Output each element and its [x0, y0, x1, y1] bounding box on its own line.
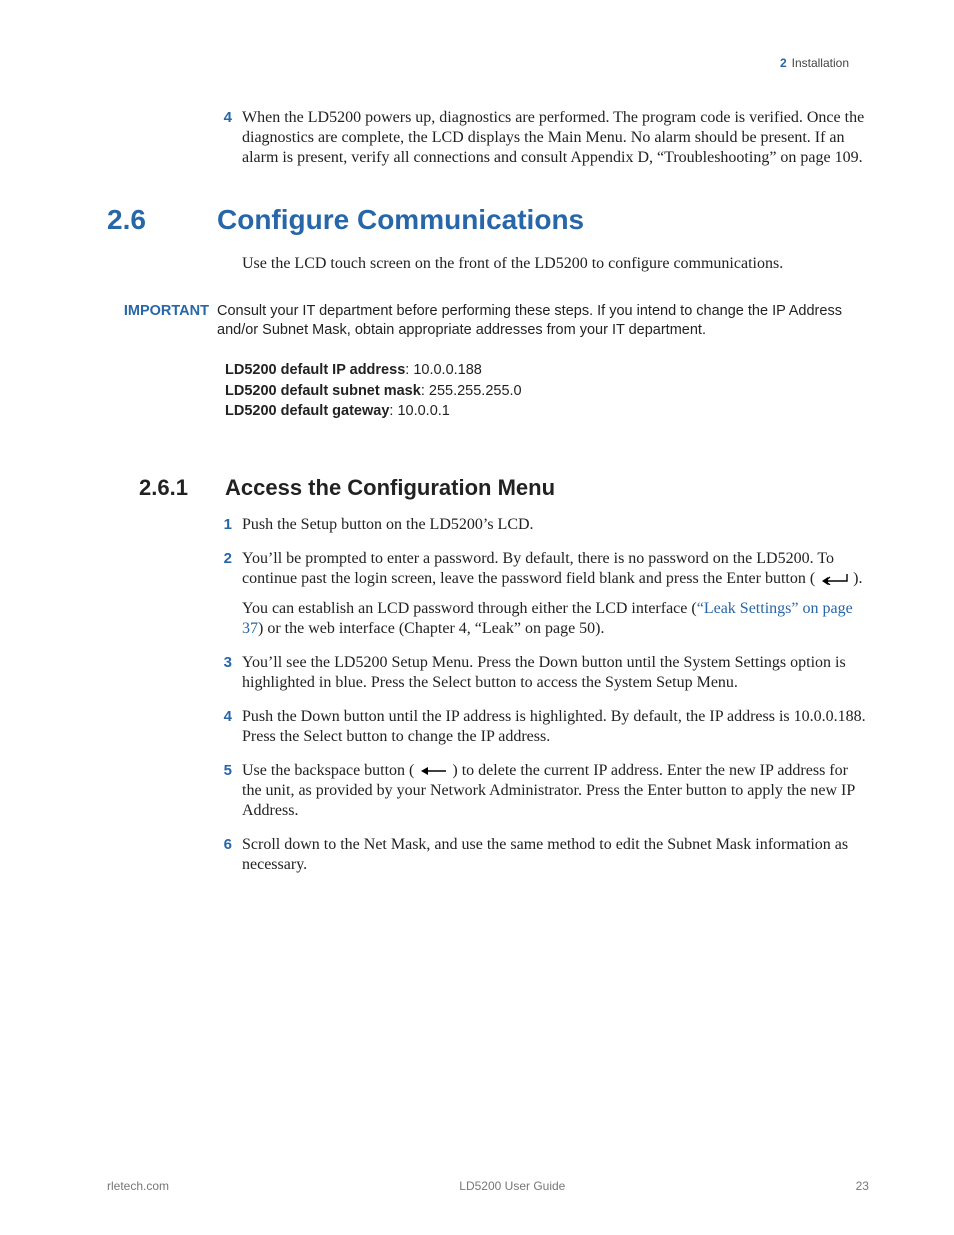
section-number: 2.6 — [107, 204, 217, 236]
step5-pa: Use the backspace button ( — [242, 762, 418, 779]
step-row: 5 Use the backspace button ( ) to delete… — [217, 761, 869, 821]
subsection-steps: 1 Push the Setup button on the LD5200’s … — [217, 515, 869, 875]
default-mask-label: LD5200 default subnet mask — [225, 383, 421, 399]
step-row: 3 You’ll see the LD5200 Setup Menu. Pres… — [217, 653, 869, 693]
step-number: 3 — [217, 653, 232, 693]
step2-p2b: ) or the web interface (Chapter 4, “Leak… — [258, 620, 605, 637]
subsection-title: Access the Configuration Menu — [225, 475, 555, 501]
subsection-number: 2.6.1 — [139, 475, 225, 501]
section-title: Configure Communications — [217, 204, 584, 236]
step-row: 6 Scroll down to the Net Mask, and use t… — [217, 835, 869, 875]
page: 2 Installation 4 When the LD5200 powers u… — [0, 0, 954, 1235]
step-row: 4 Push the Down button until the IP addr… — [217, 707, 869, 747]
default-gw-value: : 10.0.0.1 — [389, 403, 449, 419]
default-gw-label: LD5200 default gateway — [225, 403, 389, 419]
step-body: Scroll down to the Net Mask, and use the… — [242, 835, 869, 875]
enter-icon — [819, 573, 849, 585]
step2-p2a: You can establish an LCD password throug… — [242, 600, 697, 617]
default-ip-row: LD5200 default IP address: 10.0.0.188 — [225, 360, 869, 380]
step-number: 4 — [217, 707, 232, 747]
step-body: You’ll be prompted to enter a password. … — [242, 549, 869, 639]
defaults-block: LD5200 default IP address: 10.0.0.188 LD… — [225, 360, 869, 421]
step-body: Push the Down button until the IP addres… — [242, 707, 869, 747]
default-gw-row: LD5200 default gateway: 10.0.0.1 — [225, 401, 869, 421]
footer-page-number: 23 — [856, 1179, 869, 1193]
backspace-icon — [418, 766, 448, 776]
step-body: You’ll see the LD5200 Setup Menu. Press … — [242, 653, 869, 693]
page-header: 2 Installation — [780, 56, 849, 70]
step-row: 4 When the LD5200 powers up, diagnostics… — [217, 108, 869, 168]
header-chapter-title: Installation — [792, 56, 849, 70]
step2-p1a: You’ll be prompted to enter a password. … — [242, 550, 834, 587]
important-note: IMPORTANT Consult your IT department bef… — [107, 302, 869, 340]
default-mask-row: LD5200 default subnet mask: 255.255.255.… — [225, 381, 869, 401]
step-body: When the LD5200 powers up, diagnostics a… — [242, 108, 869, 168]
step-row: 1 Push the Setup button on the LD5200’s … — [217, 515, 869, 535]
step2-p1b: ). — [853, 570, 862, 587]
default-ip-label: LD5200 default IP address — [225, 362, 405, 378]
step-number: 5 — [217, 761, 232, 821]
page-footer: rletech.com LD5200 User Guide 23 — [107, 1179, 869, 1193]
important-label: IMPORTANT — [107, 302, 217, 340]
important-body: Consult your IT department before perfor… — [217, 302, 869, 340]
header-chapter-num: 2 — [780, 56, 787, 70]
step-number: 6 — [217, 835, 232, 875]
continuation-step: 4 When the LD5200 powers up, diagnostics… — [217, 108, 869, 168]
step-number: 1 — [217, 515, 232, 535]
section-intro: Use the LCD touch screen on the front of… — [242, 254, 869, 274]
step-number: 2 — [217, 549, 232, 639]
step-body: Use the backspace button ( ) to delete t… — [242, 761, 869, 821]
section-heading: 2.6 Configure Communications — [107, 204, 869, 236]
step-number: 4 — [217, 108, 232, 168]
step-row: 2 You’ll be prompted to enter a password… — [217, 549, 869, 639]
footer-center: LD5200 User Guide — [459, 1179, 565, 1193]
step-body: Push the Setup button on the LD5200’s LC… — [242, 515, 869, 535]
subsection-heading: 2.6.1 Access the Configuration Menu — [107, 475, 869, 501]
default-mask-value: : 255.255.255.0 — [421, 383, 522, 399]
page-content: 4 When the LD5200 powers up, diagnostics… — [107, 108, 869, 889]
footer-left: rletech.com — [107, 1179, 169, 1193]
default-ip-value: : 10.0.0.188 — [405, 362, 482, 378]
